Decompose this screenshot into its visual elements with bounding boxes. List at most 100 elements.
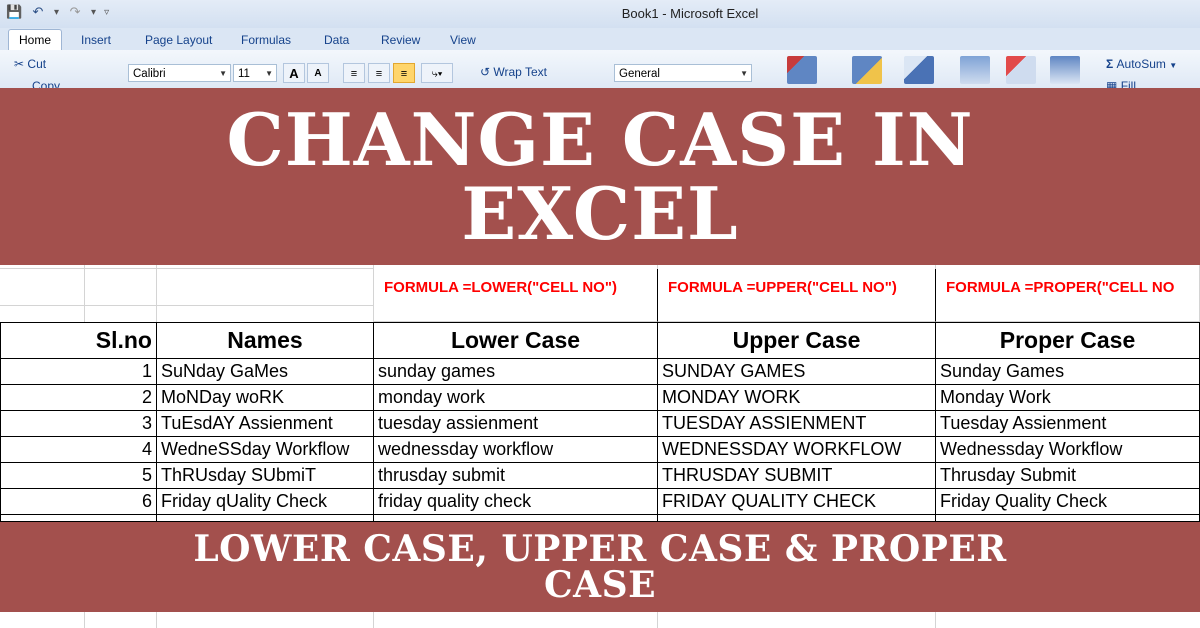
autosum-button[interactable]: Σ AutoSum ▼: [1106, 57, 1177, 71]
cell-slno[interactable]: 2: [0, 385, 157, 411]
title-bar: 💾 ↶ ▾ ↷ ▾ ▿ Book1 - Microsoft Excel: [0, 0, 1200, 28]
delete-cells-icon[interactable]: [1006, 56, 1036, 84]
align-bottom-icon: ≡: [400, 68, 408, 80]
cut-button[interactable]: ✂ Cut: [14, 57, 46, 71]
cell-upper[interactable]: MONDAY WORK: [658, 385, 936, 411]
cell-slno[interactable]: 6: [0, 489, 157, 515]
format-as-table-icon[interactable]: [852, 56, 882, 84]
number-format-value: General: [619, 68, 660, 80]
cell-slno[interactable]: 5: [0, 463, 157, 489]
cell-name[interactable]: ThRUsday SUbmiT: [157, 463, 374, 489]
ribbon-tabs: Home Insert Page Layout Formulas Data Re…: [0, 28, 1200, 51]
cell-upper[interactable]: THRUSDAY SUBMIT: [658, 463, 936, 489]
scissors-icon: ✂: [14, 57, 25, 71]
table-row: 6 Friday qUality Check friday quality ch…: [0, 489, 1200, 515]
table-row: 1 SuNday GaMes sunday games SUNDAY GAMES…: [0, 359, 1200, 385]
cell-proper[interactable]: Monday Work: [936, 385, 1200, 411]
tab-formulas[interactable]: Formulas: [241, 31, 291, 50]
cell-slno[interactable]: 1: [0, 359, 157, 385]
cell-proper[interactable]: Thrusday Submit: [936, 463, 1200, 489]
subtitle-banner: LOWER CASE, UPPER CASE & PROPER CASE: [0, 522, 1200, 612]
conditional-formatting-icon[interactable]: [787, 56, 817, 84]
copy-label: Copy: [32, 80, 61, 88]
banner-subtitle-line-1: LOWER CASE, UPPER CASE & PROPER: [193, 528, 1007, 570]
cell-proper[interactable]: Sunday Games: [936, 359, 1200, 385]
tab-review[interactable]: Review: [381, 31, 420, 50]
chevron-down-icon: ▼: [1169, 61, 1178, 70]
cell-styles-icon[interactable]: [904, 56, 934, 84]
cell-lower[interactable]: monday work: [374, 385, 658, 411]
table-row: 4 WedneSSday Workflow wednessday workflo…: [0, 437, 1200, 463]
table-row: 2 MoNDay woRK monday work MONDAY WORK Mo…: [0, 385, 1200, 411]
cell-lower[interactable]: friday quality check: [374, 489, 658, 515]
header-names[interactable]: Names: [157, 322, 374, 359]
title-banner: CHANGE CASE IN EXCEL: [0, 88, 1200, 265]
font-size-select[interactable]: 11 ▼: [233, 64, 277, 82]
cell-proper[interactable]: Tuesday Assienment: [936, 411, 1200, 437]
wrap-text-icon: ↺: [480, 65, 491, 79]
tab-home[interactable]: Home: [8, 29, 63, 51]
cell-upper[interactable]: WEDNESSDAY WORKFLOW: [658, 437, 936, 463]
cell-name[interactable]: WedneSSday Workflow: [157, 437, 374, 463]
align-middle-icon: ≡: [375, 68, 383, 80]
align-top-button[interactable]: ≡: [343, 63, 365, 83]
grow-font-button[interactable]: A: [283, 63, 305, 83]
header-proper-case[interactable]: Proper Case: [936, 322, 1200, 359]
font-size-value: 11: [238, 68, 250, 80]
header-slno[interactable]: Sl.no: [0, 322, 157, 359]
wrap-text-button[interactable]: ↺ Wrap Text: [480, 65, 547, 79]
fill-icon: ▦: [1106, 80, 1118, 88]
chevron-down-icon: ▼: [740, 69, 748, 78]
tab-view[interactable]: View: [450, 31, 476, 50]
cell-name[interactable]: MoNDay woRK: [157, 385, 374, 411]
shrink-font-button[interactable]: A: [307, 63, 329, 83]
cell-lower[interactable]: thrusday submit: [374, 463, 658, 489]
sigma-icon: Σ: [1106, 57, 1114, 71]
copy-button[interactable]: Copy: [32, 80, 60, 88]
table-header-row: Sl.no Names Lower Case Upper Case Proper…: [0, 322, 1200, 359]
fill-button[interactable]: ▦ Fill: [1106, 80, 1136, 88]
grid-bottom-strip: [0, 612, 1200, 628]
cell-slno[interactable]: 4: [0, 437, 157, 463]
ribbon: ✂ Cut Copy Calibri ▼ 11 ▼ A A ≡ ≡ ≡ ⤷▾ ↺…: [0, 50, 1200, 88]
align-middle-button[interactable]: ≡: [368, 63, 390, 83]
number-format-select[interactable]: General ▼: [614, 64, 752, 82]
banner-title-line-2: EXCEL: [461, 170, 739, 256]
banner-title-line-1: CHANGE CASE IN: [226, 96, 974, 182]
font-name-select[interactable]: Calibri ▼: [128, 64, 231, 82]
cell[interactable]: [0, 269, 85, 306]
cell-upper[interactable]: SUNDAY GAMES: [658, 359, 936, 385]
align-top-icon: ≡: [350, 68, 358, 80]
table-row: 3 TuEsdAY Assienment tuesday assienment …: [0, 411, 1200, 437]
cell[interactable]: [85, 269, 157, 306]
cell-proper[interactable]: Friday Quality Check: [936, 489, 1200, 515]
header-lower-case[interactable]: Lower Case: [374, 322, 658, 359]
chevron-down-icon: ▼: [219, 69, 227, 78]
cell[interactable]: [157, 269, 374, 306]
cell-upper[interactable]: FRIDAY QUALITY CHECK: [658, 489, 936, 515]
font-name-value: Calibri: [133, 68, 166, 80]
cell-proper[interactable]: Wednessday Workflow: [936, 437, 1200, 463]
orientation-button[interactable]: ⤷▾: [421, 63, 453, 83]
cell-lower[interactable]: wednessday workflow: [374, 437, 658, 463]
cell-slno[interactable]: 3: [0, 411, 157, 437]
header-upper-case[interactable]: Upper Case: [658, 322, 936, 359]
tab-insert[interactable]: Insert: [81, 31, 111, 50]
cell-name[interactable]: Friday qUality Check: [157, 489, 374, 515]
cell-lower[interactable]: tuesday assienment: [374, 411, 658, 437]
cell-name[interactable]: TuEsdAY Assienment: [157, 411, 374, 437]
cell-upper[interactable]: TUESDAY ASSIENMENT: [658, 411, 936, 437]
tab-data[interactable]: Data: [324, 31, 349, 50]
cell-lower[interactable]: sunday games: [374, 359, 658, 385]
format-cells-icon[interactable]: [1050, 56, 1080, 84]
tab-page-layout[interactable]: Page Layout: [145, 31, 212, 50]
window-title: Book1 - Microsoft Excel: [621, 6, 759, 21]
spreadsheet-grid[interactable]: FORMULA =LOWER("CELL NO") FORMULA =UPPER…: [0, 265, 1200, 522]
insert-cells-icon[interactable]: [960, 56, 990, 84]
autosum-label: AutoSum: [1116, 57, 1166, 71]
grid-row: [0, 306, 1200, 322]
cell-name[interactable]: SuNday GaMes: [157, 359, 374, 385]
align-bottom-button[interactable]: ≡: [393, 63, 415, 83]
chevron-down-icon: ▼: [265, 69, 273, 78]
table-row: [0, 515, 1200, 522]
